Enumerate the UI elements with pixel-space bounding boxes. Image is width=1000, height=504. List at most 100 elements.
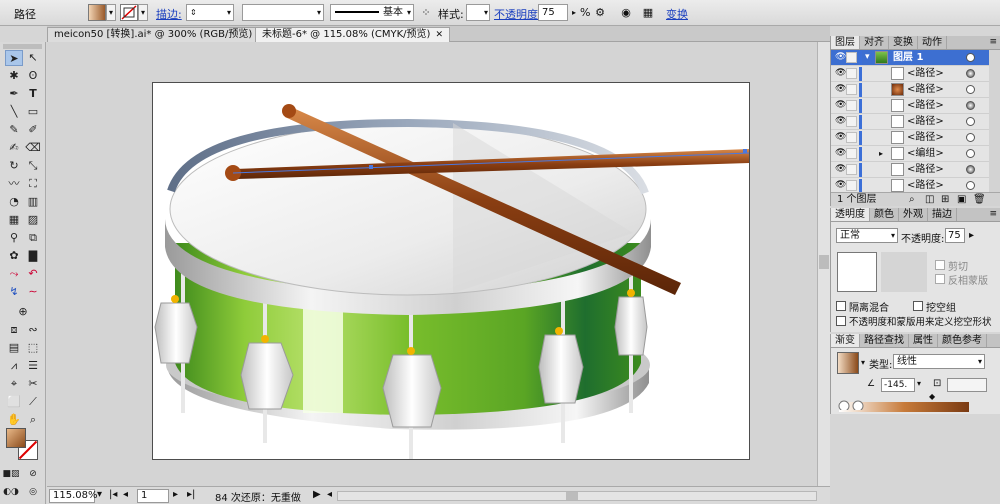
eyedropper-measure-icon[interactable]: ⌖ <box>5 376 23 392</box>
tab-pathfinder[interactable]: 路径查找 <box>860 334 909 347</box>
gradient-swatch[interactable] <box>837 352 859 374</box>
fill-swatch[interactable] <box>88 4 106 21</box>
knife-tool-icon[interactable]: ⟋ <box>24 394 42 410</box>
tab-document-meicon50[interactable]: meicon50 [转换].ai* @ 300% (RGB/预览)✕ <box>47 27 272 42</box>
mask-thumbnail[interactable] <box>881 252 927 292</box>
selection-tool-icon[interactable]: ➤ <box>5 50 23 66</box>
layer-row[interactable]: 👁 <路径> <box>831 66 989 82</box>
blend-tool-icon[interactable]: ⧉ <box>24 230 42 246</box>
stroke-swatch[interactable] <box>120 4 138 21</box>
chevron-down-icon[interactable]: ▾ <box>891 229 895 242</box>
expand-arrow-icon[interactable]: ▾ <box>865 50 870 65</box>
gradient-type-select[interactable]: 线性 ▾ <box>893 354 985 369</box>
layer-row[interactable]: 👁 <编组> ▸ <box>831 146 989 162</box>
chevron-down-icon[interactable]: ▾ <box>484 5 488 20</box>
status-menu-arrow[interactable]: ▶ <box>313 489 321 500</box>
live-paint-tool-icon[interactable]: ▤ <box>5 340 23 356</box>
layer-row[interactable]: 👁 <路径> <box>831 98 989 114</box>
global-edit-icon[interactable]: ◉ <box>618 4 634 21</box>
symbol-tool-icon[interactable]: ⊕ <box>14 304 32 320</box>
pen-tool-icon[interactable]: ✒ <box>5 86 23 102</box>
lasso-tool-icon[interactable]: ʘ <box>24 68 42 84</box>
layer-row[interactable]: 👁 <路径> <box>831 82 989 98</box>
zoom-tool-icon[interactable]: ⌕ <box>24 412 42 428</box>
draw-mode-icon[interactable]: ◐◑ <box>2 484 20 500</box>
vertical-scrollbar[interactable] <box>817 42 830 486</box>
slice-tool-icon[interactable]: ∾ <box>24 322 42 338</box>
anchor-point[interactable] <box>369 165 373 169</box>
scissors-tool-icon[interactable]: ✂ <box>24 376 42 392</box>
artboard-crop-icon[interactable]: ⬜ <box>5 394 23 410</box>
gradient-midpoint-icon[interactable]: ◆ <box>929 392 935 401</box>
layer-row[interactable]: 👁 <路径> <box>831 130 989 146</box>
fill-dropdown-arrow[interactable]: ▾ <box>106 4 116 21</box>
trash-icon[interactable]: 🗑 <box>973 193 986 206</box>
opacity-input[interactable]: 75 <box>538 4 568 21</box>
locate-object-icon[interactable]: ⌕ <box>909 193 915 206</box>
invert-mask-checkbox[interactable] <box>935 274 945 284</box>
layers-scrollbar[interactable] <box>989 50 1000 192</box>
chevron-down-icon[interactable]: ▾ <box>861 358 865 367</box>
drumstick-tip[interactable] <box>282 104 296 118</box>
align-icon[interactable]: ▦ <box>640 4 656 21</box>
shape-builder-tool-icon[interactable]: ◔ <box>5 194 23 210</box>
target-icon[interactable] <box>966 149 975 158</box>
screen-mode-icon[interactable]: ◎ <box>24 484 42 500</box>
new-sublayer-icon[interactable]: ⊞ <box>941 193 949 206</box>
chart-tool-icon[interactable]: ⩘ <box>5 358 23 374</box>
live-paint-selection-tool-icon[interactable]: ⬚ <box>24 340 42 356</box>
smooth-tool-icon[interactable]: ∼ <box>24 284 42 300</box>
symbol-sprayer-tool-icon[interactable]: ✿ <box>5 248 23 264</box>
knockout-group-checkbox[interactable] <box>913 301 923 311</box>
aspect-ratio-input[interactable] <box>947 378 987 392</box>
recolor-artwork-icon[interactable]: ⚙ <box>592 4 608 21</box>
rectangle-tool-icon[interactable]: ▭ <box>24 104 42 120</box>
rotate-tool-icon[interactable]: ↻ <box>5 158 23 174</box>
target-icon[interactable] <box>966 181 975 190</box>
perspective-grid-tool-icon[interactable]: ▥ <box>24 194 42 210</box>
zoom-select[interactable]: 115.08% <box>49 489 98 503</box>
target-icon[interactable] <box>966 53 975 62</box>
line-tool-icon[interactable]: ╲ <box>5 104 23 120</box>
horizontal-scrollbar[interactable] <box>337 491 817 501</box>
lock-toggle[interactable] <box>846 100 857 111</box>
opacity-link[interactable]: 不透明度: <box>494 6 542 22</box>
lock-toggle[interactable] <box>846 84 857 95</box>
panel-menu-icon[interactable]: ≡ <box>989 208 997 221</box>
scale-tool-icon[interactable]: ⤡ <box>24 158 42 174</box>
artboard-number[interactable]: 1 <box>137 489 169 503</box>
shaper-tool-icon[interactable]: ↶ <box>24 266 42 282</box>
target-icon[interactable] <box>966 133 975 142</box>
warp-tool-icon[interactable]: 〰 <box>5 176 23 192</box>
tab-document-untitled-6[interactable]: 未标题-6* @ 115.08% (CMYK/预览) ✕ <box>255 27 450 42</box>
canvas-area[interactable] <box>47 42 817 486</box>
anchor-point[interactable] <box>743 149 747 153</box>
eye-icon[interactable]: 👁 <box>835 130 846 145</box>
layer-row[interactable]: 👁 <路径> <box>831 162 989 178</box>
lock-toggle[interactable] <box>846 52 857 63</box>
target-icon[interactable] <box>966 165 975 174</box>
target-icon[interactable] <box>966 101 975 110</box>
width-tool-icon[interactable]: ⤳ <box>5 266 23 282</box>
target-icon[interactable] <box>966 69 975 78</box>
eye-icon[interactable]: 👁 <box>835 162 846 177</box>
lock-toggle[interactable] <box>846 180 857 191</box>
tab-transform[interactable]: 变换 <box>889 36 918 49</box>
new-layer-icon[interactable]: ▣ <box>957 193 966 206</box>
eye-icon[interactable]: 👁 <box>835 178 846 193</box>
eye-icon[interactable]: 👁 <box>835 66 846 81</box>
tab-attributes[interactable]: 属性 <box>909 334 938 347</box>
blob-brush-tool-icon[interactable]: ✍ <box>5 140 23 156</box>
opacity-dropdown-arrow[interactable]: ▸ <box>969 230 974 241</box>
chevron-down-icon[interactable]: ▾ <box>978 355 982 368</box>
isolate-blending-checkbox[interactable] <box>836 301 846 311</box>
last-artboard-icon[interactable]: ▸| <box>187 489 195 500</box>
opacity-mask-checkbox[interactable] <box>836 316 846 326</box>
tab-appearance[interactable]: 外观 <box>899 208 928 221</box>
opacity-input[interactable]: 75 <box>945 228 965 243</box>
panel-menu-icon[interactable]: ≡ <box>989 36 997 49</box>
stepper-icon[interactable]: ⇕ <box>190 8 197 17</box>
graphic-style-swatch[interactable]: ▾ <box>466 4 490 21</box>
hand-tool-icon[interactable]: ✋ <box>5 412 23 428</box>
lock-toggle[interactable] <box>846 68 857 79</box>
